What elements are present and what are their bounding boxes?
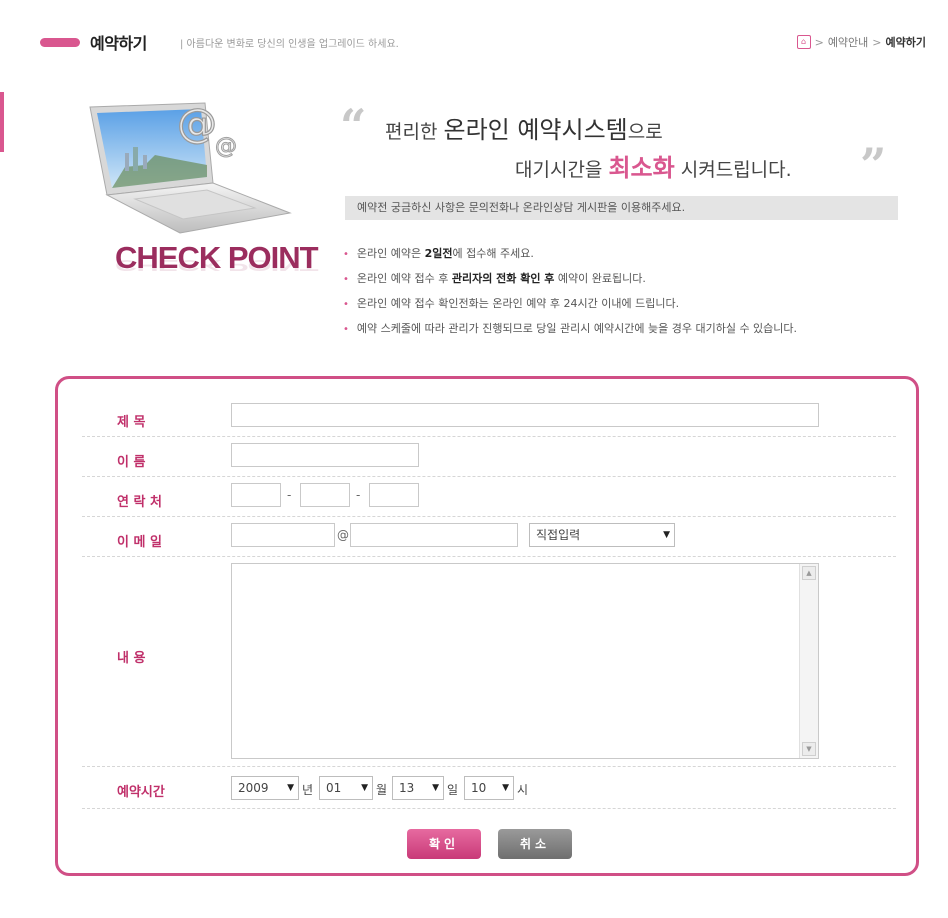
left-accent-bar xyxy=(0,92,4,152)
email-domain-select-value: 직접입력 xyxy=(536,528,581,542)
slogan-text: 편리한 xyxy=(385,121,444,143)
chevron-down-icon: ▼ xyxy=(432,783,439,793)
slogan-line-2: 대기시간을 최소화 시켜드립니다. xyxy=(515,148,792,183)
chevron-down-icon: ▼ xyxy=(502,783,509,793)
email-id-input[interactable] xyxy=(231,523,335,547)
slogan-text-highlight: 최소화 xyxy=(608,154,675,182)
breadcrumb-separator: > xyxy=(814,35,824,49)
content-textarea[interactable]: ▲ ▼ xyxy=(231,563,819,759)
title-input[interactable] xyxy=(231,403,819,427)
email-label: 이 메 일 xyxy=(117,535,162,550)
list-item: • 온라인 예약 접수 확인전화는 온라인 예약 후 24시간 이내에 드립니다. xyxy=(343,297,680,310)
bullet-icon: • xyxy=(343,274,349,285)
phone-dash: - xyxy=(287,488,292,502)
slogan-line-1: 편리한 온라인 예약시스템으로 xyxy=(385,110,663,145)
form-row-title: 제 목 xyxy=(82,397,896,437)
checkpoint-list: • 온라인 예약은 2일전에 접수해 주세요. • 온라인 예약 접수 후 관리자의… xyxy=(343,247,797,347)
bullet-icon: • xyxy=(343,249,349,260)
home-icon[interactable]: ⌂ xyxy=(796,35,811,49)
chevron-down-icon: ▼ xyxy=(663,530,670,540)
email-at-sign: @ xyxy=(337,528,349,542)
confirm-button[interactable]: 확인 xyxy=(407,829,481,859)
month-select[interactable]: 01 ▼ xyxy=(319,776,373,800)
breadcrumb-parent[interactable]: 예약안내 xyxy=(828,34,868,50)
list-item: • 온라인 예약 접수 후 관리자의 전화 확인 후 예약이 완료됩니다. xyxy=(343,272,646,285)
bullet-icon: • xyxy=(343,324,349,335)
cancel-button[interactable]: 취소 xyxy=(498,829,572,859)
breadcrumb-current: 예약하기 xyxy=(885,36,926,49)
title-marker xyxy=(40,38,80,47)
year-unit: 년 xyxy=(302,783,314,797)
svg-text:@: @ xyxy=(215,134,237,159)
quote-close-icon: ” xyxy=(860,138,887,192)
textarea-scrollbar[interactable]: ▲ ▼ xyxy=(799,564,818,758)
month-select-value: 01 xyxy=(326,781,342,795)
form-row-content: 내 용 ▲ ▼ xyxy=(82,557,896,767)
name-label: 이 름 xyxy=(117,455,146,470)
scroll-up-icon[interactable]: ▲ xyxy=(802,566,816,580)
email-domain-input[interactable] xyxy=(350,523,518,547)
bullet-icon: • xyxy=(343,299,349,310)
form-row-phone: 연 락 처 - - xyxy=(82,477,896,517)
svg-text:@: @ xyxy=(177,101,217,147)
month-unit: 월 xyxy=(376,783,388,797)
laptop-illustration: @ @ xyxy=(89,100,292,234)
title-label: 제 목 xyxy=(117,415,146,430)
page-subtitle: | 아름다운 변화로 당신의 인생을 업그레이드 하세요. xyxy=(180,39,399,50)
day-select-value: 13 xyxy=(399,781,415,795)
phone-input-3[interactable] xyxy=(369,483,419,507)
year-select[interactable]: 2009 ▼ xyxy=(231,776,299,800)
hour-select-value: 10 xyxy=(471,781,487,795)
slogan-text: 으로 xyxy=(627,121,663,143)
page-title: 예약하기 xyxy=(90,34,147,53)
breadcrumb-separator: > xyxy=(872,35,882,49)
time-label: 예약시간 xyxy=(117,785,165,800)
hour-unit: 시 xyxy=(517,783,529,797)
phone-dash: - xyxy=(356,488,361,502)
phone-label: 연 락 처 xyxy=(117,495,162,510)
breadcrumb: ⌂ > 예약안내 > 예약하기 xyxy=(796,34,926,50)
list-item: • 온라인 예약은 2일전에 접수해 주세요. xyxy=(343,247,534,260)
content-label: 내 용 xyxy=(117,651,146,666)
check-point-reflection: CHECK POINT xyxy=(115,256,318,275)
reservation-form: 제 목 이 름 연 락 처 - - 이 메 일 @ 직접입력 ▼ 내 용 ▲ ▼… xyxy=(55,376,919,876)
email-domain-select[interactable]: 직접입력 ▼ xyxy=(529,523,675,547)
day-select[interactable]: 13 ▼ xyxy=(392,776,444,800)
form-row-time: 예약시간 2009 ▼ 년 01 ▼ 월 13 ▼ 일 10 ▼ 시 xyxy=(82,767,896,809)
phone-input-2[interactable] xyxy=(300,483,350,507)
chevron-down-icon: ▼ xyxy=(361,783,368,793)
list-item: • 예약 스케줄에 따라 관리가 진행되므로 당일 관리시 예약시간에 늦을 경우… xyxy=(343,322,798,335)
chevron-down-icon: ▼ xyxy=(287,783,294,793)
day-unit: 일 xyxy=(447,783,459,797)
slogan-text-emphasis: 온라인 예약시스템 xyxy=(443,116,628,144)
name-input[interactable] xyxy=(231,443,419,467)
form-row-name: 이 름 xyxy=(82,437,896,477)
phone-input-1[interactable] xyxy=(231,483,281,507)
hour-select[interactable]: 10 ▼ xyxy=(464,776,514,800)
quote-open-icon: “ xyxy=(340,99,367,153)
notice-bar: 예약전 궁금하신 사항은 문의전화나 온라인상담 게시판을 이용해주세요. xyxy=(345,196,898,220)
slogan-text: 시켜드립니다. xyxy=(674,159,792,181)
form-row-email: 이 메 일 @ 직접입력 ▼ xyxy=(82,517,896,557)
slogan-text: 대기시간을 xyxy=(515,159,609,181)
page-header: 예약하기 | 아름다운 변화로 당신의 인생을 업그레이드 하세요. ⌂ > 예… xyxy=(0,0,948,80)
year-select-value: 2009 xyxy=(238,781,269,795)
scroll-down-icon[interactable]: ▼ xyxy=(802,742,816,756)
